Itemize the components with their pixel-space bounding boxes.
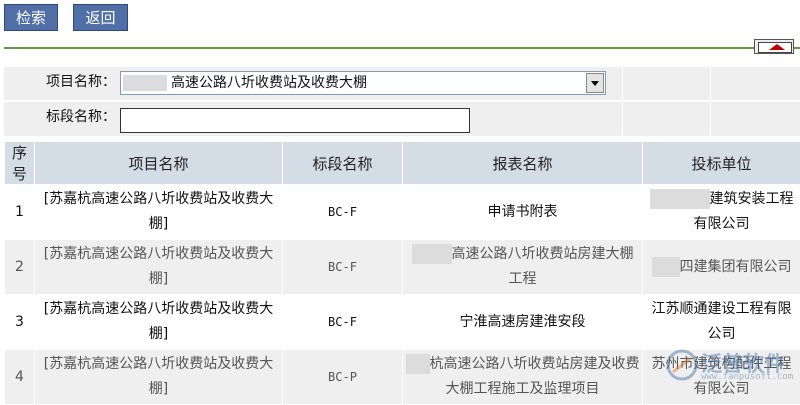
cell-bidder: 江苏顺通建设工程有限公司: [643, 295, 800, 350]
table-row[interactable]: 4 [苏嘉杭高速公路八圻收费站及收费大棚] BC-P 杭高速公路八圻收费站房建及…: [5, 350, 800, 405]
project-name-select[interactable]: 高速公路八圻收费站及收费大棚: [120, 71, 606, 95]
col-header-bidder[interactable]: 投标单位: [643, 142, 800, 185]
col-header-section[interactable]: 标段名称: [283, 142, 403, 185]
cell-report: 杭高速公路八圻收费站房建及收费大棚工程施工及监理项目: [403, 350, 643, 405]
cell-no: 4: [5, 350, 35, 405]
search-button[interactable]: 检索: [4, 4, 58, 31]
cell-divider: [710, 102, 711, 136]
cell-bidder-text: 四建集团有限公司: [680, 259, 792, 275]
col-header-no[interactable]: 序号: [5, 142, 35, 185]
cell-project: [苏嘉杭高速公路八圻收费站及收费大棚]: [35, 240, 283, 295]
arrow-up-icon: [769, 44, 785, 50]
cell-bidder: 苏州市建筑构配件工程有限公司: [643, 350, 800, 405]
cell-report-text: 杭高速公路八圻收费站房建及收费大棚工程施工及监理项目: [430, 356, 640, 397]
redaction-block: [650, 189, 710, 209]
cell-divider: [710, 67, 711, 100]
cell-project: [苏嘉杭高速公路八圻收费站及收费大棚]: [35, 185, 283, 240]
cell-report: 宁淮高速房建淮安段: [403, 295, 643, 350]
cell-section: BC-P: [283, 350, 403, 405]
cell-section: BC-F: [283, 185, 403, 240]
project-name-selected: 高速公路八圻收费站及收费大棚: [171, 72, 367, 94]
redaction-block: [406, 354, 430, 374]
chevron-down-icon[interactable]: [586, 73, 604, 93]
cell-report-text: 高速公路八圻收费站房建大棚工程: [452, 246, 634, 287]
table-header-row: 序号 项目名称 标段名称 报表名称 投标单位: [5, 142, 800, 185]
col-header-report[interactable]: 报表名称: [403, 142, 643, 185]
section-name-label: 标段名称：: [46, 102, 116, 136]
redaction-block: [123, 75, 167, 91]
cell-divider: [622, 67, 623, 100]
section-name-row: 标段名称：: [4, 102, 800, 136]
cell-project: [苏嘉杭高速公路八圻收费站及收费大棚]: [35, 350, 283, 405]
cell-section: BC-F: [283, 295, 403, 350]
cell-section: BC-F: [283, 240, 403, 295]
cell-bidder: 建筑安装工程有限公司: [643, 185, 800, 240]
col-header-project[interactable]: 项目名称: [35, 142, 283, 185]
collapse-frame: [758, 42, 792, 53]
cell-divider: [622, 102, 623, 136]
cell-bidder: 四建集团有限公司: [643, 240, 800, 295]
collapse-button[interactable]: [754, 39, 794, 54]
project-name-row: 项目名称： 高速公路八圻收费站及收费大棚: [4, 67, 800, 100]
cell-no: 1: [5, 185, 35, 240]
section-divider: [4, 47, 800, 49]
section-name-input[interactable]: [120, 108, 470, 133]
cell-project: [苏嘉杭高速公路八圻收费站及收费大棚]: [35, 295, 283, 350]
cell-no: 2: [5, 240, 35, 295]
back-button[interactable]: 返回: [73, 4, 128, 31]
redaction-block: [412, 244, 452, 264]
report-table: 序号 项目名称 标段名称 报表名称 投标单位 1 [苏嘉杭高速公路八圻收费站及收…: [4, 141, 800, 405]
table-row[interactable]: 1 [苏嘉杭高速公路八圻收费站及收费大棚] BC-F 申请书附表 建筑安装工程有…: [5, 185, 800, 240]
project-name-label: 项目名称：: [46, 67, 116, 100]
cell-report: 申请书附表: [403, 185, 643, 240]
redaction-block: [652, 257, 680, 277]
table-row[interactable]: 2 [苏嘉杭高速公路八圻收费站及收费大棚] BC-F 高速公路八圻收费站房建大棚…: [5, 240, 800, 295]
cell-report: 高速公路八圻收费站房建大棚工程: [403, 240, 643, 295]
cell-no: 3: [5, 295, 35, 350]
table-row[interactable]: 3 [苏嘉杭高速公路八圻收费站及收费大棚] BC-F 宁淮高速房建淮安段 江苏顺…: [5, 295, 800, 350]
